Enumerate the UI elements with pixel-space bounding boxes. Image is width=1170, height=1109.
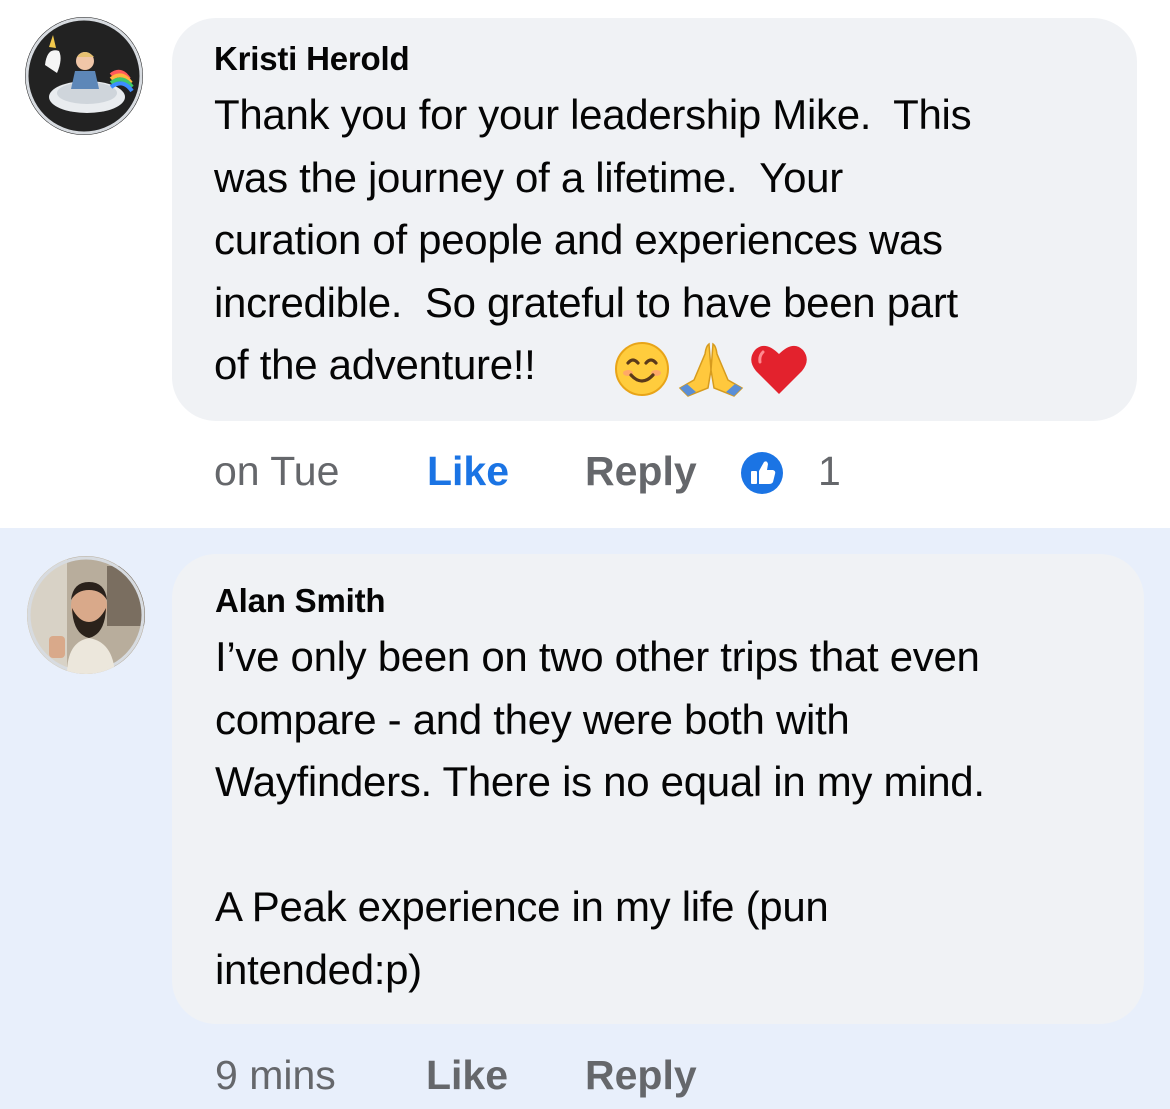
reaction-count[interactable]: 1 <box>818 448 841 495</box>
comment-line: was the journey of a lifetime. Your <box>214 153 843 201</box>
comment-line: compare - and they were both with <box>215 695 850 743</box>
comment-line: A Peak experience in my life (pun <box>215 883 829 930</box>
comment-text: I’ve only been on two other trips that e… <box>215 626 985 1001</box>
comment-line: of the adventure!! <box>214 341 536 388</box>
red-heart-icon <box>751 345 807 394</box>
avatar[interactable] <box>27 556 145 674</box>
comment-alan-smith: Alan Smith I’ve only been on two other t… <box>0 528 1170 1109</box>
avatar[interactable] <box>25 17 143 135</box>
reply-button[interactable]: Reply <box>585 448 697 495</box>
like-button[interactable]: Like <box>426 1052 508 1099</box>
smiling-face-icon <box>615 342 669 396</box>
comment-line: Wayfinders. There is no equal in my mind… <box>215 758 985 805</box>
comment-author[interactable]: Kristi Herold <box>214 40 410 78</box>
reply-button[interactable]: Reply <box>585 1052 697 1099</box>
comment-timestamp[interactable]: 9 mins <box>215 1052 336 1099</box>
folded-hands-icon <box>678 342 744 397</box>
comment-line: I’ve only been on two other trips that e… <box>215 633 980 680</box>
thumbs-up-reaction-icon[interactable] <box>740 451 784 495</box>
comment-timestamp[interactable]: on Tue <box>214 448 339 495</box>
like-button[interactable]: Like <box>427 448 509 495</box>
comment-kristi-herold: Kristi Herold Thank you for your leaders… <box>0 0 1170 528</box>
comment-line: incredible. So grateful to have been par… <box>214 278 958 326</box>
avatar-photo-bearded-man <box>27 556 145 674</box>
comment-line: Thank you for your leadership Mike. This <box>214 91 972 138</box>
avatar-photo-unicorn-float <box>25 17 143 135</box>
comment-line: intended:p) <box>215 945 422 993</box>
comment-author[interactable]: Alan Smith <box>215 582 386 620</box>
comment-line: curation of people and experiences was <box>214 216 943 263</box>
comment-text: Thank you for your leadership Mike. This… <box>214 84 972 397</box>
